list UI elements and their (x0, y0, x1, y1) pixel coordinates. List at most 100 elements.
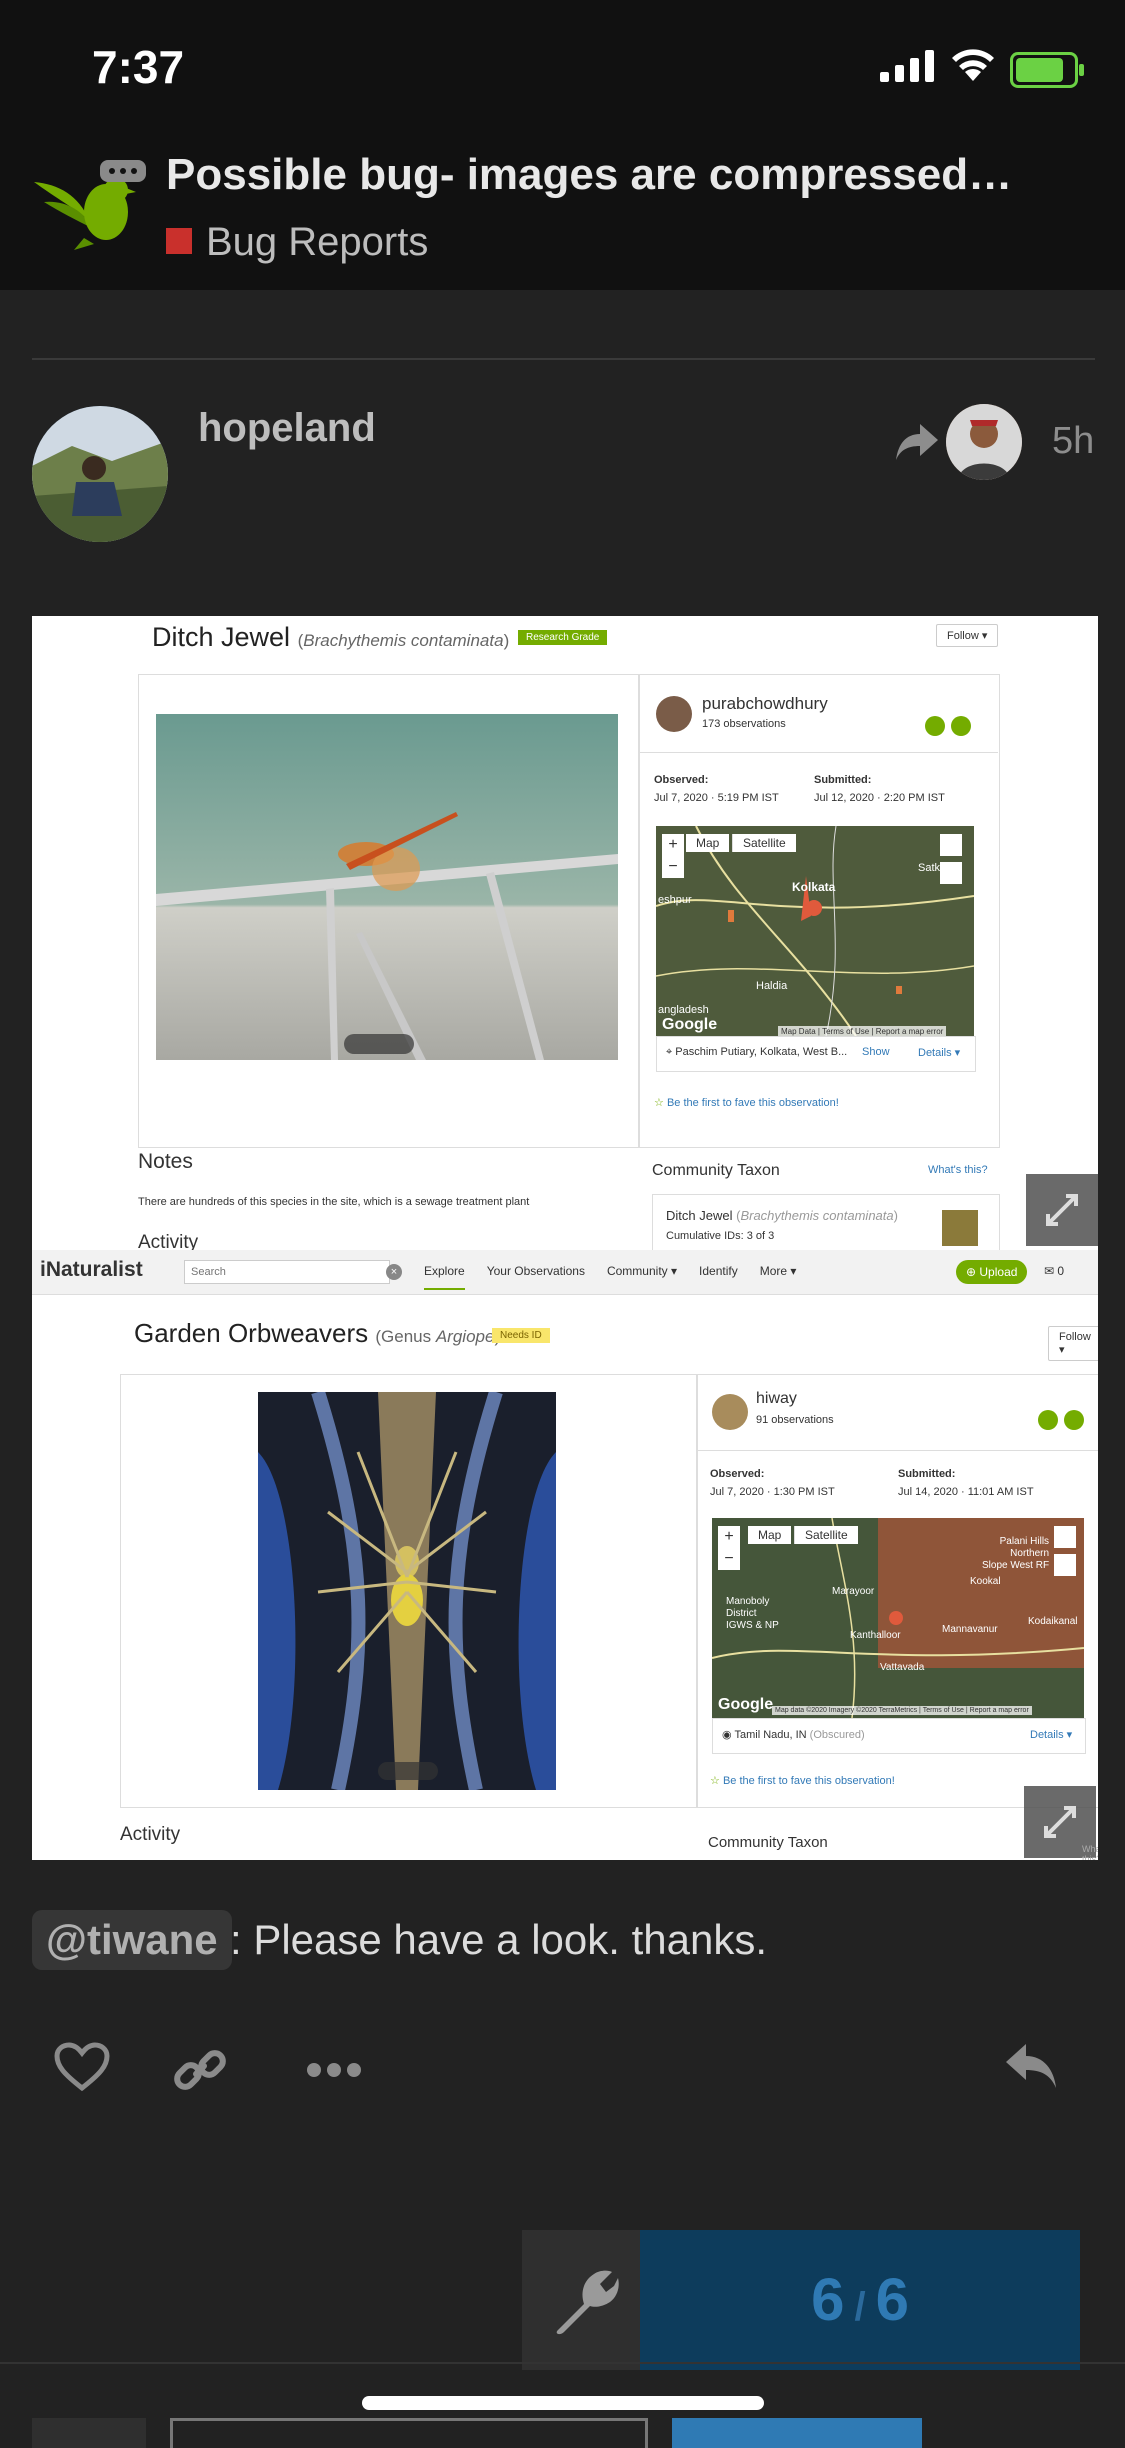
reply-icon[interactable] (1004, 2042, 1058, 2090)
layers-icon[interactable] (940, 834, 962, 856)
layers-icon-2[interactable] (1054, 1526, 1076, 1548)
observer-name[interactable]: purabchowdhury (702, 694, 828, 714)
details-dropdown-2[interactable]: Details ▾ (1030, 1728, 1072, 1741)
footer-button-3[interactable] (672, 2418, 922, 2448)
footer-button-2[interactable] (170, 2418, 648, 2448)
nav-explore[interactable]: Explore (424, 1264, 465, 1290)
map-label-left: eshpur (658, 894, 692, 906)
eye-icon: ◉ (722, 1729, 732, 1741)
observed-label: Observed: (654, 774, 709, 786)
more-actions-icon[interactable] (306, 2062, 362, 2078)
fullscreen-map-icon[interactable] (940, 862, 962, 884)
details-divider (638, 752, 998, 753)
follow-button-2[interactable]: Follow ▾ (1048, 1326, 1098, 1361)
zoom-controls[interactable]: + − (662, 834, 684, 878)
map-label-kookal: Kookal (970, 1576, 1001, 1587)
zoom-controls-2[interactable]: + − (718, 1526, 740, 1570)
site-logo-icon[interactable] (34, 160, 146, 252)
google-logo: Google (662, 1016, 718, 1033)
map-tab[interactable]: Map (686, 834, 730, 852)
prev-observation-button[interactable] (925, 716, 945, 736)
location-text-2: ◉ Tamil Nadu, IN (Obscured) (722, 1728, 865, 1741)
satellite-tab-2[interactable]: Satellite (794, 1526, 858, 1544)
map-label-manoboly-1: Manoboly (726, 1596, 770, 1607)
obscured-label: (Obscured) (809, 1729, 865, 1741)
map-label-left-2: angladesh (658, 1004, 709, 1016)
terms-link[interactable]: Terms of Use (822, 1027, 869, 1036)
messages-indicator[interactable]: ✉ 0 (1044, 1264, 1064, 1278)
prev-observation-button-2[interactable] (1038, 1410, 1058, 1430)
footer-button-1[interactable] (32, 2418, 146, 2448)
report-map-link-2[interactable]: Report a map error (970, 1707, 1029, 1714)
submitted-value: Jul 12, 2020 · 2:20 PM IST (814, 792, 945, 804)
follow-button[interactable]: Follow ▾ (936, 624, 999, 647)
home-indicator[interactable] (362, 2396, 764, 2410)
progress-indicator[interactable]: 6/6 (640, 2230, 1080, 2370)
show-link[interactable]: Show (862, 1046, 890, 1058)
map-label-mannavanur: Mannavanur (942, 1624, 998, 1635)
avatar[interactable] (32, 406, 168, 542)
dragonfly-photo[interactable] (156, 714, 618, 1060)
whats-this-link-2[interactable]: What's this? (1082, 1844, 1098, 1860)
activity-heading-2: Activity (120, 1824, 181, 1845)
terms-link-2[interactable]: Terms of Use (923, 1707, 964, 1714)
wrench-icon (556, 2270, 619, 2335)
observer-name-2[interactable]: hiway (756, 1390, 797, 1408)
nav-identify[interactable]: Identify (699, 1264, 738, 1290)
like-heart-icon[interactable] (54, 2042, 110, 2092)
observer-avatar[interactable] (656, 696, 692, 732)
post-username[interactable]: hopeland (198, 406, 376, 451)
post-age[interactable]: 5h (1052, 420, 1094, 463)
admin-wrench-button[interactable] (522, 2230, 640, 2370)
upload-button[interactable]: ⊕ Upload (956, 1260, 1028, 1284)
reply-to-avatar[interactable] (946, 404, 1022, 480)
reply-to-arrow-icon[interactable] (896, 422, 938, 462)
topic-title[interactable]: Possible bug- images are compressed… (166, 150, 1066, 200)
map-data-text-2: Map data ©2020 Imagery ©2020 TerraMetric… (775, 1707, 918, 1714)
report-map-link[interactable]: Report a map error (876, 1027, 944, 1036)
search-input[interactable] (184, 1260, 390, 1284)
map-label-slope: Slope West RF (982, 1560, 1050, 1571)
quality-grade-badge: Research Grade (518, 630, 608, 645)
next-observation-button[interactable] (951, 716, 971, 736)
map-tab-2[interactable]: Map (748, 1526, 792, 1544)
ct-common-name: Ditch Jewel (666, 1208, 733, 1223)
cellular-signal-icon (880, 50, 934, 82)
fave-link-2[interactable]: ☆ Be the first to fave this observation! (710, 1774, 895, 1787)
community-taxon-heading: Community Taxon (652, 1162, 780, 1179)
scientific-name: Brachythemis contaminata (303, 631, 504, 650)
submitted-value-2: Jul 14, 2020 · 11:01 AM IST (898, 1486, 1034, 1498)
next-observation-button-2[interactable] (1064, 1410, 1084, 1430)
inat-logo[interactable]: iNaturalist (40, 1258, 143, 1282)
attached-screenshot-2[interactable]: iNaturalist × Explore Your Observations … (32, 1250, 1098, 1860)
category-badge (166, 228, 192, 254)
spider-photo[interactable] (258, 1392, 556, 1790)
share-link-icon[interactable] (172, 2042, 228, 2098)
nav-community[interactable]: Community ▾ (607, 1264, 677, 1290)
expand-icon (1046, 1194, 1078, 1226)
observer-obs-count: 173 observations (702, 718, 786, 730)
map-label-kanthalloor: Kanthalloor (850, 1630, 901, 1641)
map-label-place: Haldia (756, 980, 788, 992)
map-data-text: Map Data (781, 1027, 816, 1036)
observed-label-2: Observed: (710, 1468, 765, 1480)
user-mention[interactable]: @tiwane (32, 1910, 232, 1970)
fullscreen-map-icon-2[interactable] (1054, 1554, 1076, 1576)
expand-image-button[interactable] (1026, 1174, 1098, 1246)
fave-link[interactable]: ☆ Be the first to fave this observation! (654, 1096, 839, 1109)
details-dropdown[interactable]: Details ▾ (918, 1046, 960, 1059)
satellite-tab[interactable]: Satellite (732, 834, 796, 852)
whats-this-link[interactable]: What's this? (928, 1164, 988, 1176)
location-name-2: Tamil Nadu, IN (734, 1729, 807, 1741)
attached-screenshot-1[interactable]: Ditch Jewel (Brachythemis contaminata) R… (32, 616, 1098, 1250)
nav-your-observations[interactable]: Your Observations (487, 1264, 585, 1290)
clear-search-icon[interactable]: × (386, 1264, 402, 1280)
inat-nav-menu: Explore Your Observations Community ▾ Id… (424, 1264, 796, 1290)
observer-avatar-2[interactable] (712, 1394, 748, 1430)
star-icon: ☆ (654, 1097, 664, 1109)
nav-more[interactable]: More ▾ (760, 1264, 797, 1290)
category-name[interactable]: Bug Reports (206, 220, 428, 265)
ct-thumbnail[interactable] (942, 1210, 978, 1246)
map-label-right: Satk (918, 862, 941, 874)
map-attribution-2: Map data ©2020 Imagery ©2020 TerraMetric… (772, 1706, 1032, 1715)
